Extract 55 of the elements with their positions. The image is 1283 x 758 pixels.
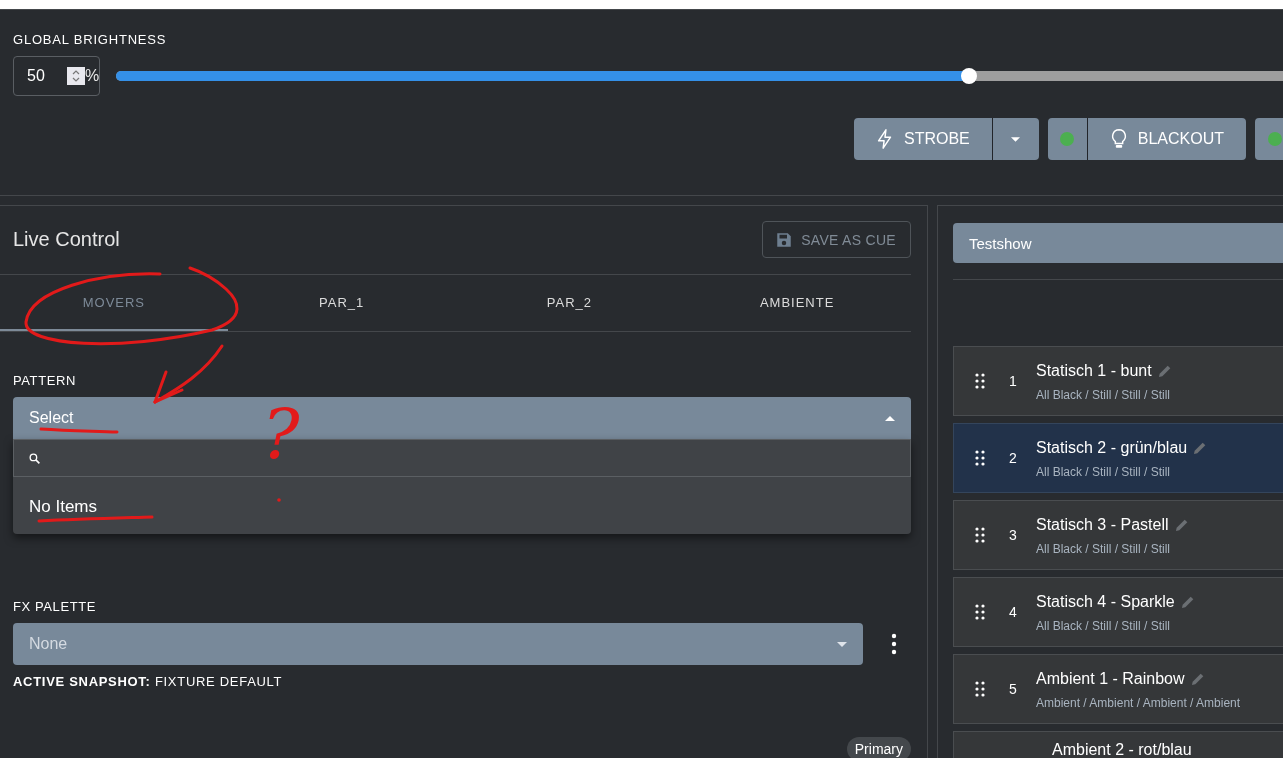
tab[interactable]: MOVERS [0,275,228,331]
search-icon [28,451,41,465]
cue-title: Statisch 3 - Pastell [1036,516,1169,534]
active-snapshot-text: ACTIVE SNAPSHOT: FIXTURE DEFAULT [12,673,284,689]
slider-thumb[interactable] [961,68,978,84]
cue-subtitle: All Black / Still / Still / Still [1036,619,1172,633]
drag-handle-icon[interactable] [975,373,985,389]
drag-handle-icon[interactable] [975,527,985,543]
cue-item[interactable]: 1 Statisch 1 - bunt All Black / Still / Still / Still [953,346,1283,416]
strobe-button[interactable]: STROBE [854,118,992,160]
pencil-icon[interactable] [1173,517,1190,533]
tab[interactable]: PAR_1 [227,275,456,331]
pencil-icon[interactable] [1189,671,1206,687]
cue-item[interactable]: 5 Ambient 1 - Rainbow Ambient / Ambient / Ambient / Ambient [953,654,1283,724]
dot-mark [277,498,281,502]
drag-handle-icon[interactable] [975,604,985,620]
arrow-scribble [153,344,224,404]
panel-title: Live Control [13,228,120,251]
number-field[interactable]: 50 % [13,56,101,96]
cue-item[interactable]: Ambient 2 - rot/blau [953,731,1283,758]
cue-number: 2 [1008,450,1018,466]
cue-number: 4 [1008,604,1018,620]
tab[interactable]: AMBIENTE [683,275,911,331]
pencil-icon[interactable] [1156,363,1173,379]
cue-subtitle: All Black / Still / Still / Still [1036,388,1172,402]
cue-number: 3 [1008,527,1018,543]
show-title-bar[interactable]: Testshow [953,223,1283,263]
cue-title: Ambient 2 - rot/blau [1052,741,1192,758]
cue-subtitle: All Black / Still / Still / Still [1036,465,1172,479]
more-options-icon[interactable] [891,633,897,655]
primary-badge: Primary [846,737,911,758]
cue-title: Statisch 2 - grün/blau [1036,439,1188,457]
cue-number: 5 [1008,681,1018,697]
section-label: GLOBAL BRIGHTNESS [13,31,168,47]
cue-number: 1 [1008,373,1018,389]
cue-title: Statisch 4 - Sparkle [1036,593,1175,611]
pencil-icon[interactable] [1179,594,1196,610]
cue-item[interactable]: 3 Statisch 3 - Pastell All Black / Still / Still / Still [953,500,1283,570]
tab[interactable]: PAR_2 [455,275,684,331]
cue-subtitle: Ambient / Ambient / Ambient / Ambient [1036,696,1241,710]
cue-item[interactable]: 2 Statisch 2 - grün/blau All Black / Still / Still / Still [953,423,1283,493]
cue-item[interactable]: 4 Statisch 4 - Sparkle All Black / Still / Still / Still [953,577,1283,647]
save-as-cue-button[interactable]: SAVE AS CUE [762,221,911,258]
cue-subtitle: All Black / Still / Still / Still [1036,542,1172,556]
blackout-button[interactable]: BLACKOUT [1087,118,1247,160]
spinner-icon[interactable] [67,67,85,85]
drag-handle-icon[interactable] [975,681,985,697]
caret-icon [1011,136,1021,142]
cue-title: Ambient 1 - Rainbow [1036,670,1185,688]
empty-message: No Items [29,497,98,517]
field-label: FX PALETTE [12,599,98,614]
drag-handle-icon[interactable] [975,450,985,466]
dropdown-button[interactable] [992,118,1039,160]
field-label: PATTERN [12,373,77,388]
cue-title: Statisch 1 - bunt [1036,362,1152,380]
